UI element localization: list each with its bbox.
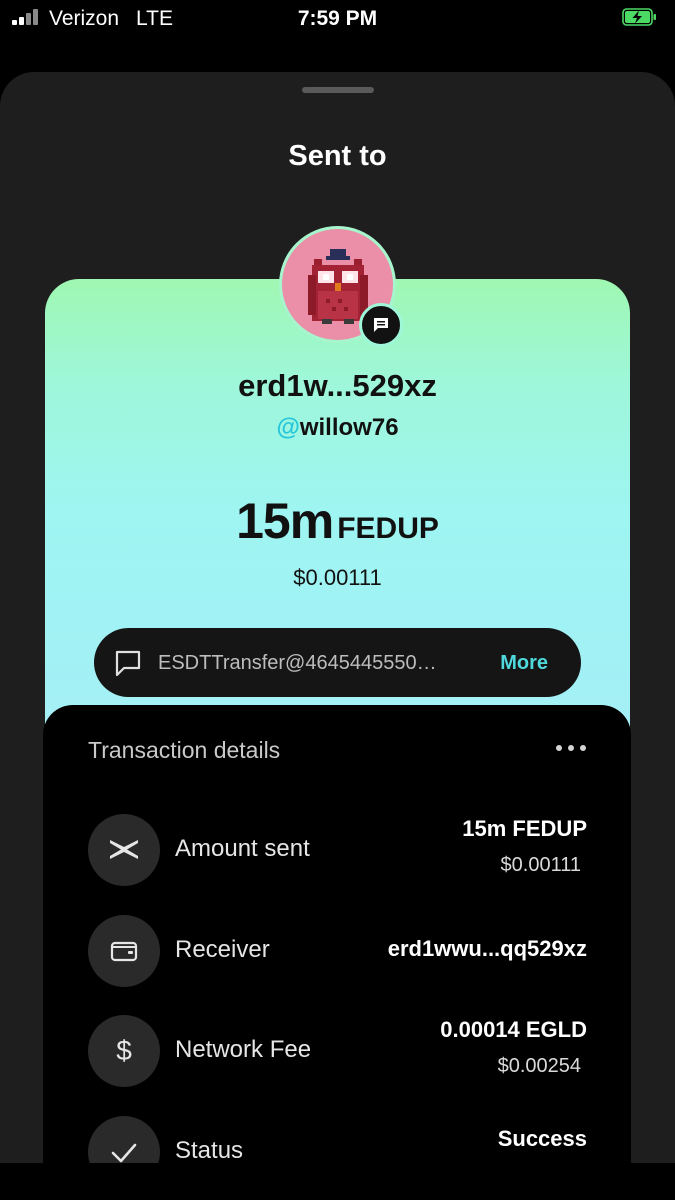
detail-subvalue: $0.00254 [497,1055,581,1077]
check-icon [88,1116,160,1165]
battery-charging-icon [622,8,656,26]
handle-at-sign: @ [276,414,300,441]
detail-value: 15m FEDUP [462,816,587,841]
sheet-grabber-handle[interactable] [302,87,374,93]
more-options-icon[interactable] [556,745,588,753]
detail-label: Status [175,1137,244,1164]
detail-row-status: Status Success [43,1116,631,1165]
svg-text:$: $ [116,1035,132,1066]
detail-row-receiver: Receiver erd1wwu...qq529xz [43,915,631,991]
detail-value: Success [497,1126,587,1151]
message-button[interactable] [359,303,403,347]
recipient-address[interactable]: erd1w...529xz [0,368,675,404]
amount-value: 15m [236,493,334,549]
memo-more-button[interactable]: More [500,652,548,675]
memo-pill[interactable]: ESDTTransfer@4645445550… More [94,628,581,697]
detail-label: Receiver [175,936,270,963]
message-icon [115,650,141,677]
status-time: 7:59 PM [297,7,378,30]
detail-row-amount: Amount sent 15m FEDUP $0.00111 [43,814,631,890]
transaction-details-panel: Transaction details Amount sent 15m FEDU… [43,705,631,1165]
amount-display: 15m FEDUP [0,492,675,550]
detail-subvalue: $0.00111 [500,854,581,876]
detail-label: Amount sent [175,835,310,862]
status-bar: Verizon LTE 7:59 PM [0,0,675,40]
dollar-icon: $ [88,1015,160,1087]
detail-label: Network Fee [175,1036,312,1063]
detail-value[interactable]: erd1wwu...qq529xz [388,936,587,962]
details-title: Transaction details [88,737,281,763]
amount-usd: $0.00111 [293,565,382,590]
amount-token: FEDUP [337,512,439,545]
sheet-title: Sent to [288,140,387,172]
wallet-icon [88,915,160,987]
memo-text: ESDTTransfer@4645445550… [158,652,437,674]
detail-value: 0.00014 EGLD [440,1017,587,1042]
bottom-edge [0,1163,675,1200]
recipient-handle[interactable]: @willow76 [0,414,675,442]
detail-row-network-fee: $ Network Fee 0.00014 EGLD $0.00254 [43,1015,631,1091]
chat-bubble-icon [374,318,388,332]
multiversx-icon [88,814,160,886]
handle-name: willow76 [299,414,399,441]
